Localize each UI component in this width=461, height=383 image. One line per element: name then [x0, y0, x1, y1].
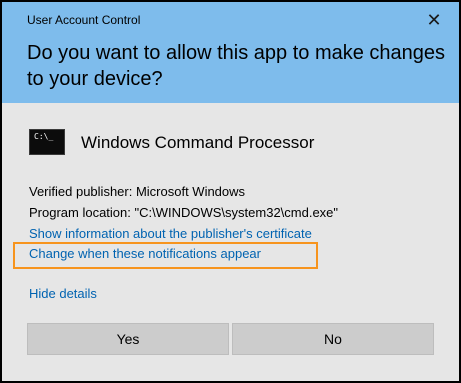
no-button[interactable]: No: [232, 323, 434, 355]
dialog-header: User Account Control ✕ Do you want to al…: [2, 2, 459, 103]
cmd-icon: C:\_: [29, 129, 65, 155]
uac-dialog: User Account Control ✕ Do you want to al…: [0, 0, 461, 383]
yes-button[interactable]: Yes: [27, 323, 229, 355]
cmd-icon-prompt: C:\_: [34, 132, 54, 141]
hide-details-link[interactable]: Hide details: [29, 286, 97, 301]
publisher-certificate-link[interactable]: Show information about the publisher's c…: [29, 226, 312, 241]
verified-publisher: Verified publisher: Microsoft Windows: [29, 184, 246, 199]
program-location: Program location: "C:\WINDOWS\system32\c…: [29, 205, 339, 220]
change-notifications-link[interactable]: Change when these notifications appear: [29, 246, 261, 261]
close-icon[interactable]: ✕: [423, 10, 445, 30]
window-title: User Account Control: [27, 13, 141, 27]
dialog-question: Do you want to allow this app to make ch…: [27, 42, 446, 90]
app-name: Windows Command Processor: [81, 133, 315, 152]
